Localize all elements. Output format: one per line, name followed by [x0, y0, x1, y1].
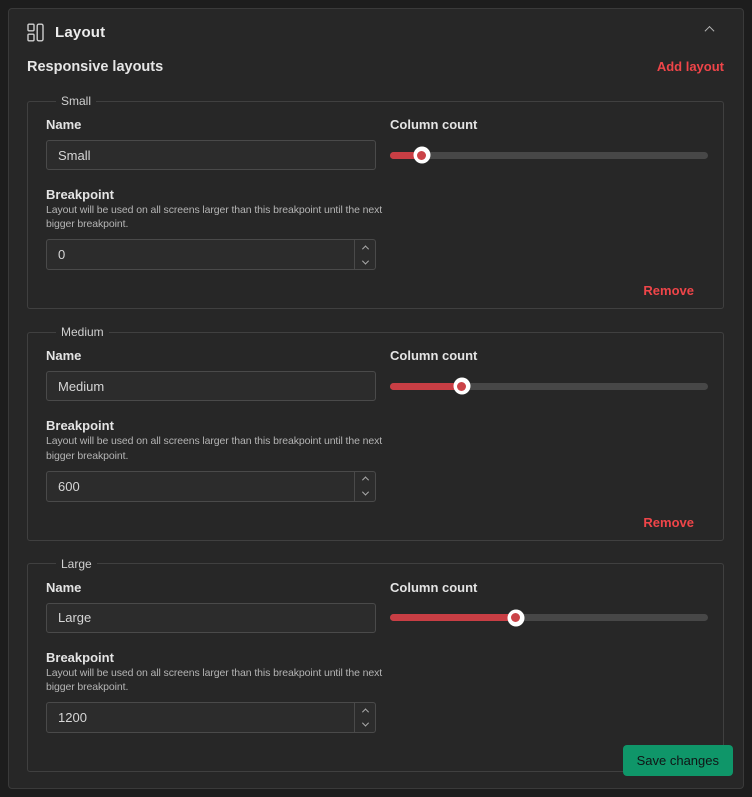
breakpoint-label: Breakpoint	[46, 187, 392, 202]
breakpoint-label: Breakpoint	[46, 650, 392, 665]
chevron-up-icon	[361, 477, 368, 484]
spinner-up-button[interactable]	[355, 703, 375, 718]
breakpoint-help-text: Layout will be used on all screens large…	[46, 434, 392, 462]
breakpoint-number-input	[46, 702, 376, 733]
spinner-up-button[interactable]	[355, 240, 375, 255]
number-spinner	[354, 240, 375, 269]
slider-thumb[interactable]	[413, 147, 430, 164]
column-count-group: Column count	[390, 580, 708, 633]
slider-fill	[390, 383, 462, 390]
panel-title: Layout	[55, 24, 105, 41]
breakpoint-field-group: Breakpoint Layout will be used on all sc…	[46, 650, 392, 733]
spinner-down-button[interactable]	[355, 486, 375, 501]
name-input[interactable]	[46, 140, 376, 170]
save-changes-button[interactable]: Save changes	[623, 745, 733, 776]
fieldset-legend: Small	[56, 94, 96, 108]
column-count-label: Column count	[390, 580, 708, 595]
fieldset-legend: Large	[56, 557, 97, 571]
name-label: Name	[46, 580, 376, 595]
slider-thumb[interactable]	[453, 378, 470, 395]
breakpoint-input[interactable]	[47, 472, 354, 501]
breakpoint-field-group: Breakpoint Layout will be used on all sc…	[46, 418, 392, 501]
column-count-group: Column count	[390, 117, 708, 170]
remove-layout-button[interactable]: Remove	[643, 283, 694, 298]
spinner-down-button[interactable]	[355, 718, 375, 733]
name-field-group: Name	[46, 348, 376, 401]
layout-fieldset-medium: Medium Name Column count Breakpoint Layo…	[27, 325, 724, 540]
number-spinner	[354, 472, 375, 501]
number-spinner	[354, 703, 375, 732]
collapse-panel-button[interactable]	[698, 18, 720, 40]
breakpoint-input[interactable]	[47, 703, 354, 732]
column-count-group: Column count	[390, 348, 708, 401]
column-count-slider[interactable]	[390, 614, 708, 621]
layout-fieldset-small: Small Name Column count Breakpoint Layou…	[27, 94, 724, 309]
section-heading: Responsive layouts	[27, 59, 163, 75]
fieldset-legend: Medium	[56, 325, 109, 339]
breakpoint-input[interactable]	[47, 240, 354, 269]
name-field-group: Name	[46, 580, 376, 633]
breakpoint-label: Breakpoint	[46, 418, 392, 433]
remove-layout-button[interactable]: Remove	[643, 515, 694, 530]
breakpoint-help-text: Layout will be used on all screens large…	[46, 203, 392, 231]
breakpoint-field-group: Breakpoint Layout will be used on all sc…	[46, 187, 392, 270]
name-label: Name	[46, 348, 376, 363]
chevron-down-icon	[361, 720, 368, 727]
chevron-down-icon	[361, 488, 368, 495]
chevron-up-icon	[361, 245, 368, 252]
chevron-up-icon	[361, 708, 368, 715]
spinner-up-button[interactable]	[355, 472, 375, 487]
name-input[interactable]	[46, 603, 376, 633]
panel-header: Layout	[20, 9, 732, 42]
name-field-group: Name	[46, 117, 376, 170]
add-layout-button[interactable]: Add layout	[657, 59, 724, 74]
slider-thumb[interactable]	[507, 609, 524, 626]
chevron-up-icon	[704, 25, 714, 35]
name-input[interactable]	[46, 371, 376, 401]
spinner-down-button[interactable]	[355, 255, 375, 270]
column-count-label: Column count	[390, 348, 708, 363]
layout-fieldset-large: Large Name Column count Breakpoint Layou…	[27, 557, 724, 772]
layout-panel: Layout Responsive layouts Add layout Sma…	[8, 8, 744, 789]
name-label: Name	[46, 117, 376, 132]
responsive-layouts-row: Responsive layouts Add layout	[27, 59, 724, 75]
slider-fill	[390, 614, 516, 621]
breakpoint-number-input	[46, 239, 376, 270]
panel-footer: Save changes	[623, 745, 733, 776]
breakpoint-number-input	[46, 471, 376, 502]
breakpoint-help-text: Layout will be used on all screens large…	[46, 666, 392, 694]
column-count-slider[interactable]	[390, 383, 708, 390]
chevron-down-icon	[361, 257, 368, 264]
column-count-slider[interactable]	[390, 152, 708, 159]
layout-grid-icon	[27, 23, 44, 42]
column-count-label: Column count	[390, 117, 708, 132]
